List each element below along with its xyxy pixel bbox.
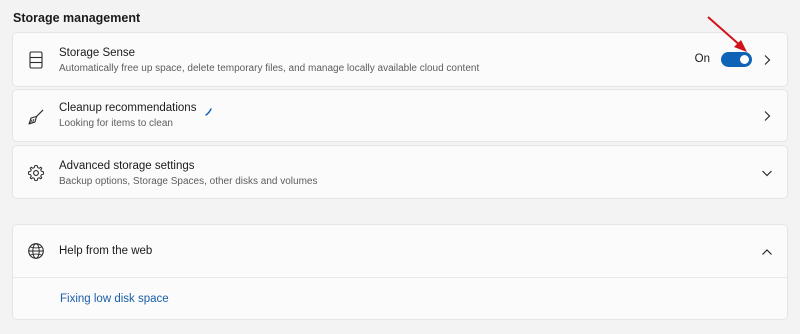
cleanup-title: Cleanup recommendations bbox=[59, 102, 197, 114]
help-divider bbox=[13, 277, 787, 278]
advanced-title: Advanced storage settings bbox=[59, 160, 195, 172]
help-title: Help from the web bbox=[59, 245, 153, 257]
cleanup-recommendations-card[interactable]: Cleanup recommendations Looking for item… bbox=[12, 89, 788, 142]
advanced-subtitle: Backup options, Storage Spaces, other di… bbox=[59, 176, 318, 187]
chevron-up-icon[interactable] bbox=[761, 246, 773, 258]
section-title: Storage management bbox=[13, 11, 141, 25]
chevron-right-icon[interactable] bbox=[761, 54, 773, 66]
chevron-right-icon[interactable] bbox=[761, 110, 773, 122]
help-from-web-card: Help from the web Fixing low disk space bbox=[12, 224, 788, 320]
storage-sense-title: Storage Sense bbox=[59, 47, 136, 59]
fixing-low-disk-space-link[interactable]: Fixing low disk space bbox=[60, 293, 169, 305]
annotation-arrow-icon bbox=[707, 16, 747, 52]
cleanup-subtitle: Looking for items to clean bbox=[59, 118, 173, 129]
storage-drive-icon bbox=[27, 51, 45, 69]
toggle-knob bbox=[740, 55, 749, 64]
globe-icon bbox=[27, 242, 45, 260]
loading-spinner-icon bbox=[205, 108, 212, 116]
advanced-storage-settings-card[interactable]: Advanced storage settings Backup options… bbox=[12, 145, 788, 199]
storage-sense-card[interactable]: Storage Sense Automatically free up spac… bbox=[12, 32, 788, 87]
chevron-down-icon[interactable] bbox=[761, 167, 773, 179]
storage-sense-subtitle: Automatically free up space, delete temp… bbox=[59, 63, 480, 74]
help-header[interactable]: Help from the web bbox=[13, 225, 787, 277]
broom-icon bbox=[27, 108, 45, 126]
gear-icon bbox=[27, 164, 45, 182]
